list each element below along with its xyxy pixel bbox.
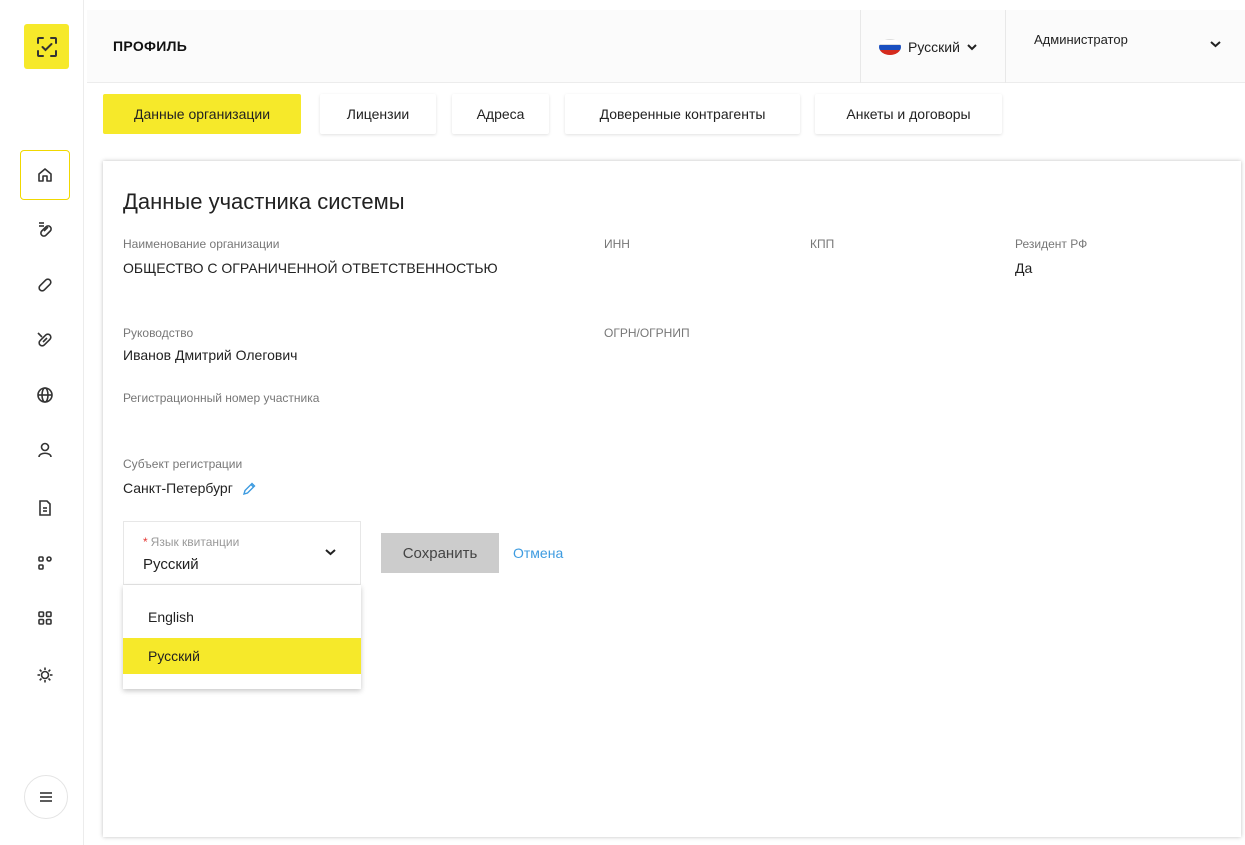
sidebar-item-user[interactable]	[20, 425, 70, 475]
language-selector[interactable]: Русский	[860, 10, 1006, 83]
home-icon	[38, 168, 52, 182]
sidebar-item-pill-slash[interactable]	[20, 315, 70, 365]
user-menu[interactable]: Администратор	[1007, 10, 1245, 83]
sidebar-item-blocks[interactable]	[20, 538, 70, 588]
management-label: Руководство	[123, 326, 194, 340]
tab-addresses[interactable]: Адреса	[452, 94, 549, 134]
settings-icon	[37, 667, 53, 683]
globe-icon	[37, 387, 53, 403]
management-value: Иванов Дмитрий Олегович	[123, 347, 298, 363]
option-english[interactable]: English	[123, 599, 361, 635]
subject-label: Субъект регистрации	[123, 457, 243, 471]
user-icon	[38, 442, 52, 458]
receipt-language-label-text: Язык квитанции	[150, 535, 240, 549]
sidebar-item-settings[interactable]	[20, 650, 70, 700]
subject-value: Санкт-Петербург	[123, 480, 233, 496]
reg-number-label: Регистрационный номер участника	[123, 391, 320, 405]
required-mark: *	[143, 535, 148, 549]
menu-icon	[40, 792, 52, 802]
inn-label: ИНН	[604, 237, 630, 251]
sidebar-item-pill-list[interactable]	[20, 205, 70, 255]
org-name-value: ОБЩЕСТВО С ОГРАНИЧЕННОЙ ОТВЕТСТВЕННОСТЬЮ	[123, 260, 498, 276]
receipt-language-label: * Язык квитанции	[143, 535, 239, 549]
language-label: Русский	[908, 38, 960, 55]
page-title: ПРОФИЛЬ	[113, 38, 188, 54]
sidebar-item-pill[interactable]	[20, 260, 70, 310]
chevron-down-icon	[325, 549, 336, 556]
sidebar	[0, 0, 84, 845]
pill-icon	[38, 278, 52, 292]
menu-button[interactable]	[24, 775, 68, 819]
russia-flag-icon	[879, 38, 901, 55]
sidebar-item-document[interactable]	[20, 483, 70, 533]
sidebar-item-globe[interactable]	[20, 370, 70, 420]
sidebar-item-grid[interactable]	[20, 593, 70, 643]
cancel-link[interactable]: Отмена	[513, 545, 563, 561]
tab-trusted-partners[interactable]: Доверенные контрагенты	[565, 94, 800, 134]
option-russian[interactable]: Русский	[123, 638, 361, 674]
save-button[interactable]: Сохранить	[381, 533, 499, 573]
receipt-language-select[interactable]: * Язык квитанции Русский	[123, 521, 361, 585]
resident-label: Резидент РФ	[1015, 237, 1088, 251]
tab-forms-contracts[interactable]: Анкеты и договоры	[815, 94, 1002, 134]
tab-org-data[interactable]: Данные организации	[103, 94, 301, 134]
card-title: Данные участника системы	[123, 189, 405, 214]
logo-check-icon	[36, 36, 57, 57]
receipt-language-dropdown: English Русский	[123, 585, 361, 689]
receipt-language-value: Русский	[143, 556, 199, 573]
sidebar-item-home[interactable]	[20, 150, 70, 200]
chevron-down-icon	[1210, 41, 1221, 48]
ogrn-label: ОГРН/ОГРНИП	[604, 326, 690, 340]
logo[interactable]	[24, 24, 69, 69]
user-name: Администратор	[1034, 32, 1128, 47]
blocks-icon	[38, 556, 52, 570]
participant-card: Данные участника системы Наименование ор…	[103, 161, 1241, 837]
subject-row: Санкт-Петербург	[123, 480, 257, 497]
pill-list-icon	[39, 222, 52, 237]
tab-licenses[interactable]: Лицензии	[320, 94, 436, 134]
kpp-label: КПП	[810, 237, 835, 251]
pill-slash-icon	[37, 332, 52, 347]
header: ПРОФИЛЬ Русский Администратор	[87, 10, 1245, 83]
org-name-label: Наименование организации	[123, 237, 280, 251]
resident-value: Да	[1015, 260, 1033, 276]
document-icon	[39, 500, 51, 516]
grid-icon	[38, 611, 52, 625]
chevron-down-icon	[967, 43, 977, 50]
pencil-icon[interactable]	[241, 481, 257, 497]
